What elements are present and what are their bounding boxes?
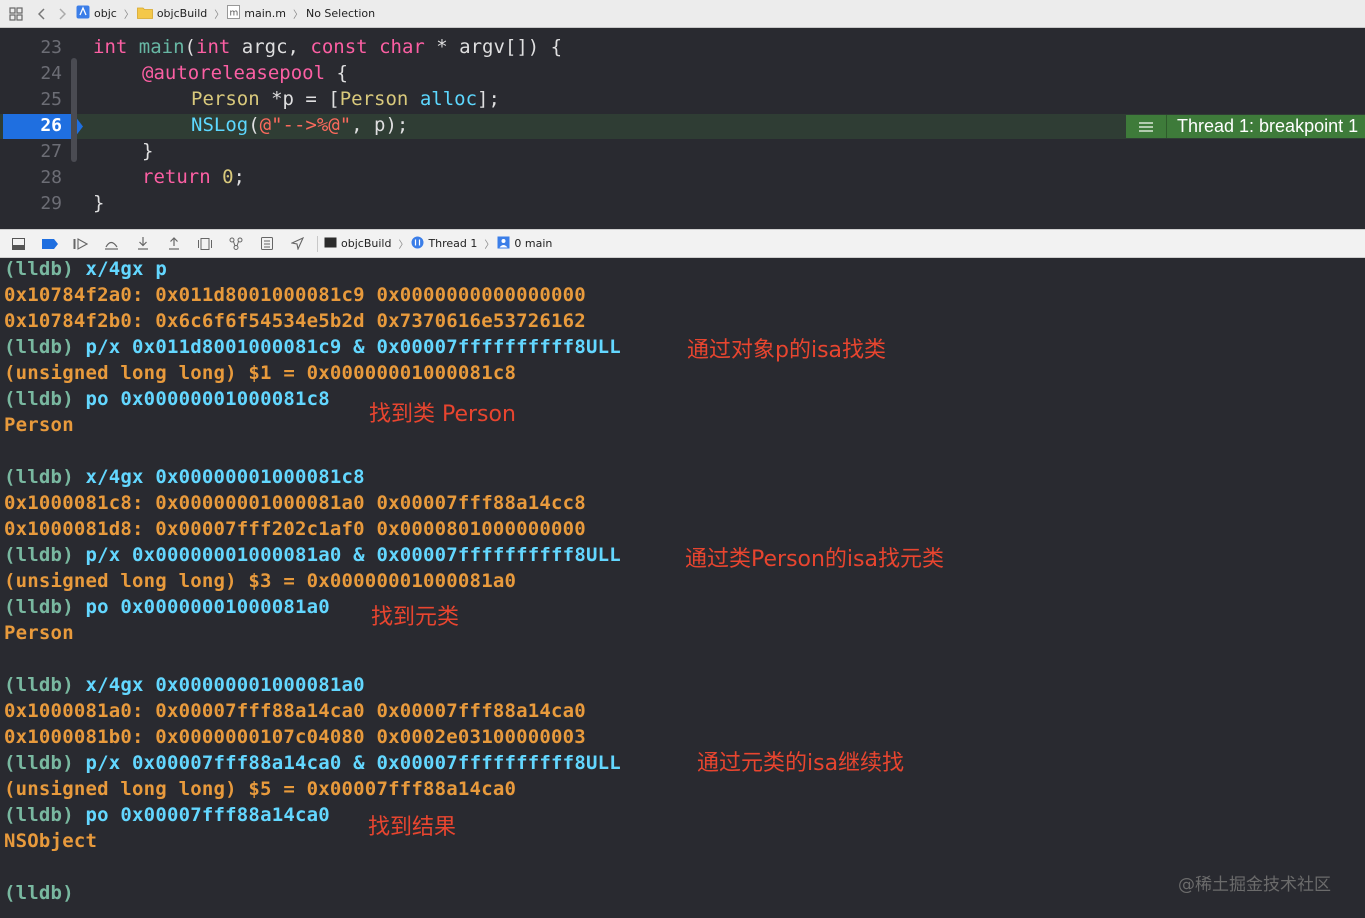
code-line-23: int main(int argc, const char * argv[]) …	[93, 36, 563, 58]
stack-frame-icon	[497, 236, 510, 252]
console-line: (unsigned long long) $1 = 0x000000010000…	[4, 362, 517, 384]
code-line-27: }	[142, 140, 154, 162]
line-number: 29	[40, 193, 62, 214]
debug-path-frame[interactable]: 0 main	[497, 236, 552, 252]
watermark: @稀土掘金技术社区	[1178, 875, 1331, 895]
line-number: 23	[40, 37, 62, 58]
chevron-right-icon: 〉	[292, 10, 303, 21]
continue-icon[interactable]	[65, 237, 96, 250]
console-line: 0x1000081b0: 0x0000000107c04080 0x0002e0…	[4, 726, 586, 748]
console-prompt[interactable]: (lldb)	[4, 882, 74, 904]
code-line-29: }	[93, 192, 105, 214]
line-number: 24	[40, 63, 62, 84]
console-line: (lldb) p/x 0x011d8001000081c9 & 0x00007f…	[4, 336, 621, 358]
forward-arrow-icon[interactable]	[52, 7, 72, 20]
annotation: 找到元类	[371, 605, 460, 630]
annotation: 通过元类的isa继续找	[697, 751, 905, 776]
code-line-26: NSLog(@"-->%@", p);	[191, 114, 409, 136]
console-line: (lldb) x/4gx p	[4, 258, 167, 280]
line-number: 27	[40, 141, 62, 162]
breadcrumb-folder[interactable]: objcBuild	[136, 6, 208, 22]
console-line: (lldb) x/4gx 0x00000001000081a0	[4, 674, 365, 696]
debug-bar: objcBuild 〉 Thread 1 〉 0 main	[0, 229, 1365, 258]
console-line: (lldb) po 0x00007fff88a14ca0	[4, 804, 330, 826]
annotation: 找到类 Person	[369, 402, 516, 427]
thread-icon	[411, 236, 424, 252]
breadcrumb-file[interactable]: m main.m	[227, 5, 286, 22]
simulate-location-icon[interactable]	[282, 237, 313, 250]
code-line-24: @autoreleasepool {	[142, 62, 348, 84]
console-line: (lldb) p/x 0x00000001000081a0 & 0x00007f…	[4, 544, 621, 566]
debug-path-thread[interactable]: Thread 1	[411, 236, 477, 252]
thread-breakpoint-badge[interactable]: Thread 1: breakpoint 1	[1126, 115, 1365, 138]
breadcrumb-project[interactable]: objc	[76, 5, 117, 22]
console-line: 0x1000081d8: 0x00007fff202c1af0 0x000080…	[4, 518, 586, 540]
console-line: (unsigned long long) $5 = 0x00007fff88a1…	[4, 778, 517, 800]
hide-debug-area-icon[interactable]	[3, 237, 34, 250]
breadcrumb-label: main.m	[244, 7, 286, 20]
chevron-right-icon: 〉	[398, 240, 409, 251]
breadcrumb-symbol[interactable]: No Selection	[306, 7, 375, 20]
memory-graph-icon[interactable]	[220, 237, 251, 250]
console-line: 0x10784f2b0: 0x6c6f6f54534e5b2d 0x737061…	[4, 310, 586, 332]
console-line: (lldb) po 0x00000001000081a0	[4, 596, 330, 618]
debug-path-label: objcBuild	[341, 237, 392, 250]
debug-path-label: Thread 1	[428, 237, 478, 250]
breadcrumb-label: No Selection	[305, 7, 376, 20]
console-line: (lldb) po 0x00000001000081c8	[4, 388, 330, 410]
objc-file-icon: m	[227, 5, 241, 22]
chevron-right-icon: 〉	[123, 10, 134, 21]
chevron-right-icon: 〉	[484, 240, 495, 251]
line-number: 25	[40, 89, 62, 110]
hamburger-icon[interactable]	[1126, 115, 1167, 138]
project-icon	[76, 5, 90, 22]
code-line-28: return 0;	[142, 166, 245, 188]
annotation: 通过类Person的isa找元类	[685, 547, 944, 572]
console-line: 0x1000081c8: 0x00000001000081a0 0x00007f…	[4, 492, 586, 514]
divider	[317, 235, 318, 252]
grid-icon[interactable]	[0, 6, 32, 21]
scroll-indicator[interactable]	[71, 58, 77, 162]
console-line: (lldb) p/x 0x00007fff88a14ca0 & 0x00007f…	[4, 752, 621, 774]
console-line: Person	[4, 622, 74, 644]
console-line: 0x1000081a0: 0x00007fff88a14ca0 0x00007f…	[4, 700, 586, 722]
breakpoints-toggle-icon[interactable]	[34, 238, 65, 249]
terminal-icon	[324, 237, 337, 251]
annotation: 找到结果	[368, 815, 457, 840]
debug-path-target[interactable]: objcBuild	[324, 237, 391, 251]
thread-badge-label: Thread 1: breakpoint 1	[1177, 116, 1359, 136]
step-over-icon[interactable]	[96, 238, 127, 250]
step-out-icon[interactable]	[158, 237, 189, 250]
console-line: NSObject	[4, 830, 98, 852]
breadcrumb-label: objc	[94, 7, 117, 20]
line-number: 28	[40, 167, 62, 188]
code-editor[interactable]: 23 24 25 26 27 28 29 int main(int argc, …	[0, 28, 1365, 229]
folder-icon	[136, 6, 153, 22]
lldb-console[interactable]: (lldb) x/4gx p 0x10784f2a0: 0x011d800100…	[0, 258, 1365, 918]
console-line: (lldb) x/4gx 0x00000001000081c8	[4, 466, 365, 488]
back-arrow-icon[interactable]	[32, 7, 52, 20]
svg-text:m: m	[230, 9, 239, 19]
console-line: 0x10784f2a0: 0x011d8001000081c9 0x000000…	[4, 284, 586, 306]
debug-path-label: 0 main	[514, 237, 553, 250]
breadcrumb-label: objcBuild	[156, 7, 208, 20]
annotation: 通过对象p的isa找类	[687, 338, 887, 363]
jump-bar: objc 〉 objcBuild 〉 m main.m 〉 No Selecti…	[0, 0, 1365, 28]
view-hierarchy-icon[interactable]	[189, 237, 220, 250]
current-line-number: 26	[40, 115, 62, 136]
step-into-icon[interactable]	[127, 237, 158, 250]
console-line: Person	[4, 414, 74, 436]
chevron-right-icon: 〉	[214, 10, 225, 21]
environment-overrides-icon[interactable]	[251, 237, 282, 250]
console-line: (unsigned long long) $3 = 0x000000010000…	[4, 570, 517, 592]
code-line-25: Person *p = [Person alloc];	[191, 88, 500, 110]
